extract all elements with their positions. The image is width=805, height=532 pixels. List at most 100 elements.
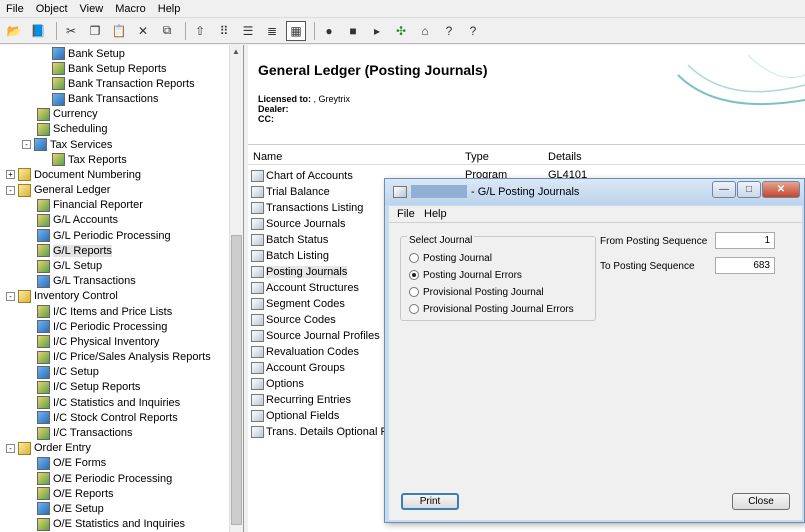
dialog-menu-file[interactable]: File (397, 208, 415, 220)
list-item[interactable]: Optional Fields (251, 408, 339, 423)
tree-item[interactable]: I/C Setup (37, 365, 99, 380)
tree-item[interactable]: Financial Reporter (37, 198, 143, 213)
tree-item[interactable]: G/L Periodic Processing (37, 228, 171, 243)
book-icon[interactable]: 📘 (28, 21, 48, 41)
menu-help[interactable]: Help (152, 0, 187, 18)
tree-item[interactable]: Bank Setup (52, 46, 125, 61)
tree-item[interactable]: + Document Numbering (6, 167, 141, 182)
properties-icon[interactable]: ⧉ (157, 21, 177, 41)
tree-item[interactable]: G/L Transactions (37, 274, 136, 289)
tree-item[interactable]: - Order Entry (6, 441, 91, 456)
tree-item[interactable]: I/C Stock Control Reports (37, 410, 178, 425)
tree-item[interactable]: O/E Setup (37, 501, 104, 516)
column-type[interactable]: Type (465, 151, 489, 163)
radio-button-selected[interactable] (409, 270, 419, 280)
tree-item[interactable]: Tax Reports (52, 152, 127, 167)
list-item[interactable]: Recurring Entries (251, 392, 351, 407)
tree-item[interactable]: G/L Reports (37, 243, 112, 258)
maximize-button[interactable]: □ (737, 181, 761, 198)
open-folder-icon[interactable]: 📂 (4, 21, 24, 41)
grid-icon[interactable]: ▦ (286, 20, 306, 41)
tree-item[interactable]: I/C Price/Sales Analysis Reports (37, 350, 211, 365)
list-item[interactable]: Options (251, 376, 304, 391)
column-name[interactable]: Name (253, 151, 282, 163)
home-icon[interactable]: ⌂ (415, 21, 435, 41)
help-icon[interactable]: ? (439, 21, 459, 41)
list-item[interactable]: Source Codes (251, 312, 336, 327)
tree-item[interactable]: I/C Statistics and Inquiries (37, 395, 180, 410)
collapse-icon[interactable]: - (6, 185, 15, 195)
scroll-up-arrow-icon[interactable]: ▲ (232, 47, 240, 56)
paste-icon[interactable]: 📋 (109, 21, 129, 41)
tree-item[interactable]: O/E Forms (37, 456, 106, 471)
radio-posting-journal-errors[interactable]: Posting Journal Errors (409, 268, 522, 282)
radio-button[interactable] (409, 287, 419, 297)
stop-icon[interactable]: ■ (343, 21, 363, 41)
print-button[interactable]: Print (401, 493, 459, 510)
list-item[interactable]: Segment Codes (251, 296, 345, 311)
tree-scrollbar[interactable]: ▲ (229, 45, 243, 532)
tree-item[interactable]: O/E Reports (37, 486, 114, 501)
collapse-icon[interactable]: - (22, 140, 31, 150)
menu-view[interactable]: View (74, 0, 110, 18)
play-icon[interactable]: ▸ (367, 21, 387, 41)
list-item[interactable]: Batch Listing (251, 248, 329, 263)
tree-item[interactable]: I/C Transactions (37, 426, 132, 441)
network-icon[interactable]: ✣ (391, 21, 411, 41)
tree-item[interactable]: O/E Periodic Processing (37, 471, 172, 486)
details-icon[interactable]: ≣ (262, 21, 282, 41)
dialog-menu-help[interactable]: Help (424, 208, 447, 220)
collapse-icon[interactable]: - (6, 291, 15, 301)
dialog-title-bar[interactable]: - G/L Posting Journals — □ ✕ (385, 179, 804, 205)
menu-file[interactable]: File (0, 0, 30, 18)
tree-item[interactable]: G/L Setup (37, 259, 102, 274)
list-item[interactable]: Trans. Details Optional Fie (251, 424, 396, 439)
radio-button[interactable] (409, 253, 419, 263)
list-item[interactable]: Chart of Accounts (251, 168, 353, 183)
radio-provisional-posting-journal[interactable]: Provisional Posting Journal (409, 285, 544, 299)
up-folder-icon[interactable]: ⇧ (190, 21, 210, 41)
whats-this-icon[interactable]: ? (463, 21, 483, 41)
tree-item[interactable]: I/C Setup Reports (37, 380, 140, 395)
list-item[interactable]: Batch Status (251, 232, 328, 247)
list-icon[interactable]: ☰ (238, 21, 258, 41)
list-item[interactable]: Source Journals (251, 216, 346, 231)
tree-item[interactable]: Bank Transaction Reports (52, 76, 195, 91)
tree-item[interactable]: I/C Periodic Processing (37, 319, 167, 334)
radio-posting-journal[interactable]: Posting Journal (409, 251, 492, 265)
cut-icon[interactable]: ✂ (61, 21, 81, 41)
copy-icon[interactable]: ❐ (85, 21, 105, 41)
tree-item[interactable]: Scheduling (37, 122, 107, 137)
scrollbar-thumb[interactable] (231, 235, 242, 525)
tree-item[interactable]: G/L Accounts (37, 213, 118, 228)
column-details[interactable]: Details (548, 151, 582, 163)
tree-item[interactable]: I/C Items and Price Lists (37, 304, 172, 319)
expand-icon[interactable]: + (6, 170, 15, 180)
collapse-icon[interactable]: - (6, 443, 15, 453)
list-item[interactable]: Account Groups (251, 360, 345, 375)
tree-item[interactable]: - Tax Services (22, 137, 112, 152)
minimize-button[interactable]: — (712, 181, 736, 198)
close-window-button[interactable]: ✕ (762, 181, 800, 198)
from-sequence-input[interactable]: 1 (715, 232, 775, 249)
tree-item[interactable]: Bank Transactions (52, 92, 159, 107)
radio-provisional-posting-journal-errors[interactable]: Provisional Posting Journal Errors (409, 302, 574, 316)
list-item[interactable]: Transactions Listing (251, 200, 363, 215)
tree-item[interactable]: I/C Physical Inventory (37, 334, 159, 349)
delete-icon[interactable]: ✕ (133, 21, 153, 41)
menu-object[interactable]: Object (30, 0, 74, 18)
tree-item[interactable]: Bank Setup Reports (52, 61, 166, 76)
list-item[interactable]: Account Structures (251, 280, 359, 295)
close-button[interactable]: Close (732, 493, 790, 510)
radio-button[interactable] (409, 304, 419, 314)
tree-item[interactable]: - General Ledger (6, 183, 110, 198)
tree-item[interactable]: Currency (37, 107, 98, 122)
tree-item[interactable]: O/E Statistics and Inquiries (37, 517, 185, 532)
small-icons-icon[interactable]: ⠿ (214, 21, 234, 41)
list-item[interactable]: Source Journal Profiles (251, 328, 380, 343)
list-item[interactable]: Posting Journals (251, 264, 348, 279)
tree-item[interactable]: - Inventory Control (6, 289, 118, 304)
list-item[interactable]: Trial Balance (251, 184, 330, 199)
record-icon[interactable]: ● (319, 21, 339, 41)
to-sequence-input[interactable]: 683 (715, 257, 775, 274)
